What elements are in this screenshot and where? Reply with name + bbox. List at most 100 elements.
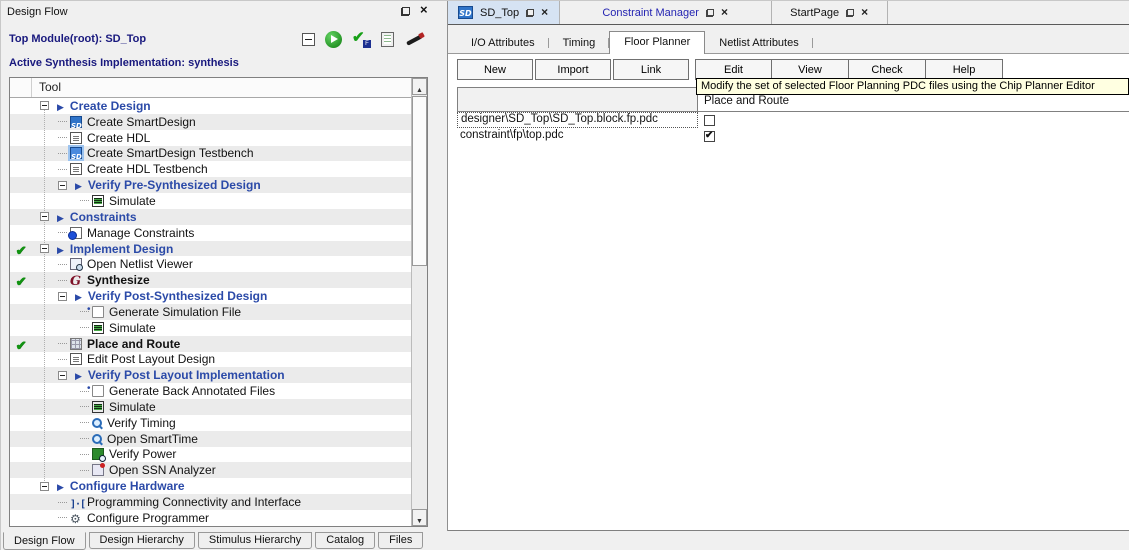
collapse-all-icon[interactable] bbox=[302, 33, 315, 46]
document-tab-sd-top[interactable]: SD_Top bbox=[448, 1, 560, 24]
verify-icon[interactable] bbox=[352, 31, 371, 47]
view-button[interactable]: View bbox=[772, 59, 849, 80]
tree-row-verify-timing[interactable]: Verify Timing bbox=[10, 415, 411, 431]
tree-row-content: Generate Simulation File bbox=[32, 305, 241, 319]
check-button[interactable]: Check bbox=[849, 59, 926, 80]
close-panel-icon[interactable] bbox=[420, 7, 429, 16]
bottom-tab-files[interactable]: Files bbox=[378, 532, 423, 549]
tree-row-synthesize[interactable]: Synthesize bbox=[10, 272, 411, 288]
collapse-box-icon[interactable] bbox=[58, 371, 67, 380]
tree-row-create-hdl-testbench[interactable]: Create HDL Testbench bbox=[10, 161, 411, 177]
new-button[interactable]: New bbox=[457, 59, 533, 80]
bottom-tab-design-flow[interactable]: Design Flow bbox=[3, 532, 86, 550]
tree-row-constraints[interactable]: Constraints bbox=[10, 209, 411, 225]
tree-row-verify-post-layout-implementation[interactable]: Verify Post Layout Implementation bbox=[10, 367, 411, 383]
category-arrow-icon bbox=[57, 210, 64, 224]
tree-row-simulate[interactable]: Simulate bbox=[10, 320, 411, 336]
pdc-file-row[interactable]: constraint\fp\top.pdc bbox=[457, 128, 1129, 144]
tab-netlist-attributes[interactable]: Netlist Attributes bbox=[705, 33, 812, 53]
tree-item-label: Generate Simulation File bbox=[109, 305, 241, 319]
tree-row-verify-pre-synthesized-design[interactable]: Verify Pre-Synthesized Design bbox=[10, 177, 411, 193]
float-tab-icon[interactable] bbox=[846, 9, 854, 17]
collapse-box-icon[interactable] bbox=[58, 292, 67, 301]
category-arrow-icon bbox=[57, 242, 64, 256]
document-tab-constraint-manager[interactable]: Constraint Manager bbox=[560, 1, 772, 24]
programmer-gear-icon bbox=[70, 512, 82, 524]
scrollbar-thumb[interactable] bbox=[412, 96, 427, 266]
close-tab-icon[interactable] bbox=[721, 8, 729, 18]
collapse-box-icon[interactable] bbox=[40, 101, 49, 110]
hdl-document-icon bbox=[70, 132, 82, 144]
design-flow-panel: Design Flow Top Module(root): SD_Top Act… bbox=[1, 1, 433, 550]
category-arrow-icon bbox=[57, 479, 64, 493]
run-icon[interactable] bbox=[325, 31, 342, 48]
import-button[interactable]: Import bbox=[535, 59, 611, 80]
tree-item-label: Create HDL bbox=[87, 131, 150, 145]
tab-i-o-attributes[interactable]: I/O Attributes bbox=[457, 33, 549, 53]
tree-row-create-hdl[interactable]: Create HDL bbox=[10, 130, 411, 146]
tree-connector bbox=[80, 200, 89, 201]
tree-row-simulate[interactable]: Simulate bbox=[10, 399, 411, 415]
close-tab-icon[interactable] bbox=[861, 8, 869, 18]
scroll-down-icon[interactable] bbox=[412, 509, 427, 526]
tree-row-manage-constraints[interactable]: Manage Constraints bbox=[10, 225, 411, 241]
tree-row-implement-design[interactable]: Implement Design bbox=[10, 241, 411, 257]
tree-row-verify-post-synthesized-design[interactable]: Verify Post-Synthesized Design bbox=[10, 288, 411, 304]
tree-scrollbar[interactable] bbox=[411, 78, 427, 526]
tree-connector bbox=[58, 359, 67, 360]
generate-file-icon bbox=[92, 306, 104, 318]
tree-row-open-netlist-viewer[interactable]: Open Netlist Viewer bbox=[10, 256, 411, 272]
tab-floor-planner[interactable]: Floor Planner bbox=[609, 31, 705, 54]
manage-constraints-icon bbox=[70, 227, 82, 239]
tree-row-configure-programmer[interactable]: Configure Programmer bbox=[10, 510, 411, 526]
tree-row-generate-back-annotated-files[interactable]: Generate Back Annotated Files bbox=[10, 383, 411, 399]
tree-row-place-and-route[interactable]: Place and Route bbox=[10, 336, 411, 352]
collapse-box-icon[interactable] bbox=[40, 244, 49, 253]
tree-row-content: Simulate bbox=[32, 321, 156, 335]
collapse-box-icon[interactable] bbox=[40, 482, 49, 491]
tree-row-programming-connectivity-and-interface[interactable]: Programming Connectivity and Interface bbox=[10, 494, 411, 510]
reports-icon[interactable] bbox=[381, 32, 394, 47]
tree-row-generate-simulation-file[interactable]: Generate Simulation File bbox=[10, 304, 411, 320]
bottom-tab-stimulus-hierarchy[interactable]: Stimulus Hierarchy bbox=[198, 532, 312, 549]
pdc-file-row[interactable]: designer\SD_Top\SD_Top.block.fp.pdc bbox=[457, 112, 1129, 128]
tree-row-verify-power[interactable]: Verify Power bbox=[10, 447, 411, 463]
bottom-tab-catalog[interactable]: Catalog bbox=[315, 532, 375, 549]
floor-planner-button-row: NewImportLink EditViewCheckHelp bbox=[457, 59, 1003, 80]
edit-button[interactable]: Edit bbox=[695, 59, 772, 80]
tree-item-label: Manage Constraints bbox=[87, 226, 194, 240]
synthesize-icon bbox=[70, 274, 82, 286]
tree-row-content: Create SmartDesign bbox=[32, 115, 196, 129]
tree-row-configure-hardware[interactable]: Configure Hardware bbox=[10, 478, 411, 494]
tree-row-edit-post-layout-design[interactable]: Edit Post Layout Design bbox=[10, 352, 411, 368]
tree-row-open-smarttime[interactable]: Open SmartTime bbox=[10, 431, 411, 447]
tree-row-content: Verify Pre-Synthesized Design bbox=[32, 178, 261, 192]
tree-row-create-design[interactable]: Create Design bbox=[10, 98, 411, 114]
scroll-up-icon[interactable] bbox=[412, 78, 427, 95]
tree-row-create-smartdesign-testbench[interactable]: Create SmartDesign Testbench bbox=[10, 146, 411, 162]
float-tab-icon[interactable] bbox=[706, 9, 714, 17]
tree-row-status bbox=[10, 242, 32, 256]
collapse-box-icon[interactable] bbox=[58, 181, 67, 190]
smartdesign-testbench-icon bbox=[70, 147, 82, 159]
tree-row-simulate[interactable]: Simulate bbox=[10, 193, 411, 209]
bottom-tab-design-hierarchy[interactable]: Design Hierarchy bbox=[89, 532, 195, 549]
tree-item-label: Create SmartDesign bbox=[87, 115, 196, 129]
clock-icon bbox=[92, 418, 102, 428]
float-tab-icon[interactable] bbox=[526, 9, 534, 17]
place-and-route-checkbox[interactable] bbox=[704, 115, 715, 126]
tab-timing[interactable]: Timing bbox=[549, 33, 610, 53]
tools-icon[interactable] bbox=[404, 31, 425, 47]
tree-row-create-smartdesign[interactable]: Create SmartDesign bbox=[10, 114, 411, 130]
checkmark-icon bbox=[10, 242, 32, 256]
close-tab-icon[interactable] bbox=[541, 8, 549, 18]
link-button[interactable]: Link bbox=[613, 59, 689, 80]
tree-row-content: Implement Design bbox=[32, 242, 173, 256]
tree-row-open-ssn-analyzer[interactable]: Open SSN Analyzer bbox=[10, 462, 411, 478]
place-and-route-checkbox[interactable] bbox=[704, 131, 715, 142]
float-panel-icon[interactable] bbox=[401, 7, 410, 16]
document-tab-startpage[interactable]: StartPage bbox=[772, 1, 888, 24]
document-panel: SD_TopConstraint ManagerStartPage I/O At… bbox=[447, 1, 1129, 531]
help-button[interactable]: Help bbox=[926, 59, 1003, 80]
collapse-box-icon[interactable] bbox=[40, 212, 49, 221]
